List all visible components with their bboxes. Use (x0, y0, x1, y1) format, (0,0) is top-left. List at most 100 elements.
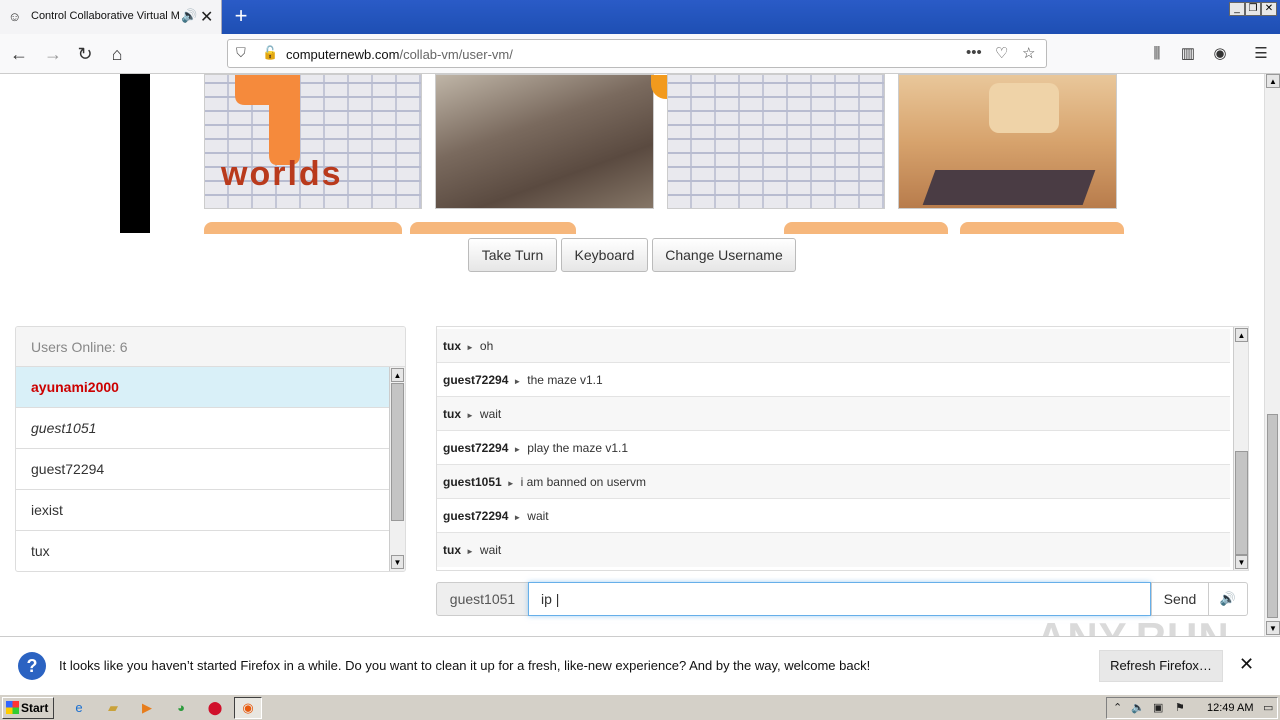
media-player-icon[interactable]: ▶ (138, 699, 156, 717)
insecure-lock-icon[interactable]: 🔓 (262, 45, 278, 61)
minimize-button[interactable]: _ (1229, 2, 1245, 16)
chat-input-group: guest1051 Send 🔊 (436, 582, 1249, 616)
close-window-button[interactable]: ✕ (1261, 2, 1277, 16)
chat-message: tux ► wait (437, 397, 1230, 431)
tray-expand-icon[interactable]: ⌃ (1113, 701, 1122, 714)
start-label: Start (21, 701, 49, 715)
menu-icon[interactable]: ☰ (1249, 42, 1273, 66)
library-icon[interactable]: ⫼ (1145, 42, 1169, 66)
start-button[interactable]: Start (2, 697, 54, 719)
tab-bar: ☺ Control Collaborative Virtual M 🔊 ✕ + … (0, 0, 1280, 34)
scroll-thumb[interactable] (1235, 451, 1248, 555)
chat-username: guest72294 (443, 441, 509, 455)
user-list-item[interactable]: tux (16, 531, 390, 571)
vm-tab-1[interactable] (204, 222, 402, 234)
refresh-firefox-button[interactable]: Refresh Firefox… (1099, 650, 1223, 682)
user-list-item[interactable]: iexist (16, 490, 390, 531)
user-list-item[interactable]: ayunami2000 (16, 367, 390, 408)
navigation-bar: ← → ↻ ⌂ ⛉ 🔓 computernewb.com/collab-vm/u… (0, 34, 1280, 74)
arrow-icon: ► (513, 377, 522, 386)
show-desktop-icon[interactable]: ▭ (1263, 701, 1273, 714)
arrow-icon: ► (513, 445, 522, 454)
page-scrollbar[interactable]: ▲ ▼ (1264, 74, 1280, 636)
users-panel: Users Online: 6 ayunami2000 guest1051 gu… (15, 326, 406, 572)
shield-icon[interactable]: ⛉ (236, 45, 246, 61)
vm-tab-2[interactable] (410, 222, 576, 234)
chat-input[interactable] (528, 582, 1151, 616)
sidebar-icon[interactable]: ▥ (1176, 42, 1200, 66)
firefox-taskbar-icon[interactable]: ◉ (234, 697, 262, 719)
scroll-up-icon[interactable]: ▲ (391, 368, 404, 382)
network-icon[interactable]: ▣ (1153, 701, 1163, 714)
chat-text: i am banned on uservm (520, 475, 647, 489)
new-tab-button[interactable]: + (230, 3, 252, 29)
ie-icon[interactable]: e (70, 699, 88, 717)
vm-thumbnail-4[interactable] (898, 74, 1117, 209)
tab-title: Control Collaborative Virtual M (31, 10, 179, 22)
notification-message: It looks like you haven’t started Firefo… (59, 658, 871, 673)
scroll-up-icon[interactable]: ▲ (1266, 74, 1280, 88)
volume-icon[interactable]: 🔊 (1208, 582, 1248, 616)
users-scrollbar[interactable]: ▲ ▼ (389, 367, 405, 571)
chat-message: tux ► oh (437, 329, 1230, 363)
account-icon[interactable]: ◉ (1208, 42, 1232, 66)
speaker-icon[interactable]: 🔊 (181, 8, 197, 24)
restore-button[interactable]: ❐ (1245, 2, 1261, 16)
chat-username: tux (443, 543, 461, 557)
vm-thumbnail-worlds[interactable]: worlds (204, 74, 422, 209)
tab-favicon-icon: ☺ (8, 9, 22, 24)
volume-tray-icon[interactable]: 🔈 (1131, 701, 1145, 714)
arrow-icon: ► (466, 411, 474, 420)
user-list-item[interactable]: guest72294 (16, 449, 390, 490)
chat-username: tux (443, 339, 461, 353)
chat-panel: tux ► oh guest72294 ► the maze v1.1 tux ► wait… (436, 326, 1249, 571)
worlds-logo-text: worlds (221, 155, 343, 193)
vm-thumbnail-3[interactable] (667, 74, 885, 209)
browser-tab[interactable]: ☺ Control Collaborative Virtual M 🔊 ✕ (0, 0, 222, 34)
folder-icon[interactable]: ▰ (104, 699, 122, 717)
vm-thumbnail-2[interactable] (435, 74, 681, 209)
opera-icon[interactable]: ⬤ (206, 699, 224, 717)
back-button[interactable]: ← (6, 41, 32, 67)
chat-text: oh (479, 339, 494, 353)
chat-username: guest72294 (443, 509, 509, 523)
close-tab-icon[interactable]: ✕ (200, 7, 213, 27)
url-text[interactable]: computernewb.com/collab-vm/user-vm/ (286, 47, 513, 62)
bookmark-star-icon[interactable]: ☆ (1022, 44, 1035, 62)
page-actions-icon[interactable]: ••• (966, 44, 982, 61)
chat-text: wait (527, 509, 549, 523)
scroll-down-icon[interactable]: ▼ (1266, 621, 1280, 635)
scroll-down-icon[interactable]: ▼ (1235, 555, 1248, 569)
notification-bar: ? It looks like you haven’t started Fire… (0, 636, 1280, 694)
clock[interactable]: 12:49 AM (1207, 702, 1253, 714)
user-list-item[interactable]: guest1051 (16, 408, 390, 449)
arrow-icon: ► (466, 343, 474, 352)
system-tray: ⌃ 🔈 ▣ ⚑ 12:49 AM ▭ (1106, 697, 1278, 719)
pocket-icon[interactable]: ♡ (995, 44, 1008, 62)
chrome-icon[interactable]: ◕ (172, 699, 190, 717)
take-turn-button[interactable]: Take Turn (468, 238, 557, 272)
scroll-thumb[interactable] (391, 383, 404, 521)
change-username-button[interactable]: Change Username (652, 238, 796, 272)
close-notification-icon[interactable]: ✕ (1239, 654, 1254, 675)
url-bar[interactable]: ⛉ 🔓 computernewb.com/collab-vm/user-vm/ … (227, 39, 1047, 68)
flag-icon[interactable]: ⚑ (1175, 701, 1185, 714)
home-button[interactable]: ⌂ (104, 41, 130, 67)
vm-tab-4[interactable] (960, 222, 1124, 234)
chat-scrollbar[interactable]: ▲ ▼ (1233, 327, 1248, 570)
page-content: worlds Take Turn Keyboard Change Usernam… (0, 74, 1264, 636)
scroll-down-icon[interactable]: ▼ (391, 555, 404, 569)
forward-button[interactable]: → (40, 41, 66, 67)
reload-button[interactable]: ↻ (72, 41, 98, 67)
scroll-thumb[interactable] (1267, 414, 1278, 618)
taskbar: Start e ▰ ▶ ◕ ⬤ ◉ ⌃ 🔈 ▣ ⚑ 12:49 AM ▭ (0, 694, 1280, 720)
arrow-icon: ► (513, 513, 522, 522)
chat-message: guest72294 ► wait (437, 499, 1230, 533)
send-button[interactable]: Send (1151, 582, 1209, 616)
vm-tab-3[interactable] (784, 222, 948, 234)
scroll-up-icon[interactable]: ▲ (1235, 328, 1248, 342)
watermark: ANY.RUN (1036, 614, 1230, 636)
keyboard-button[interactable]: Keyboard (561, 238, 648, 272)
chat-username: guest72294 (443, 373, 509, 387)
vm-screen-edge (120, 74, 150, 233)
